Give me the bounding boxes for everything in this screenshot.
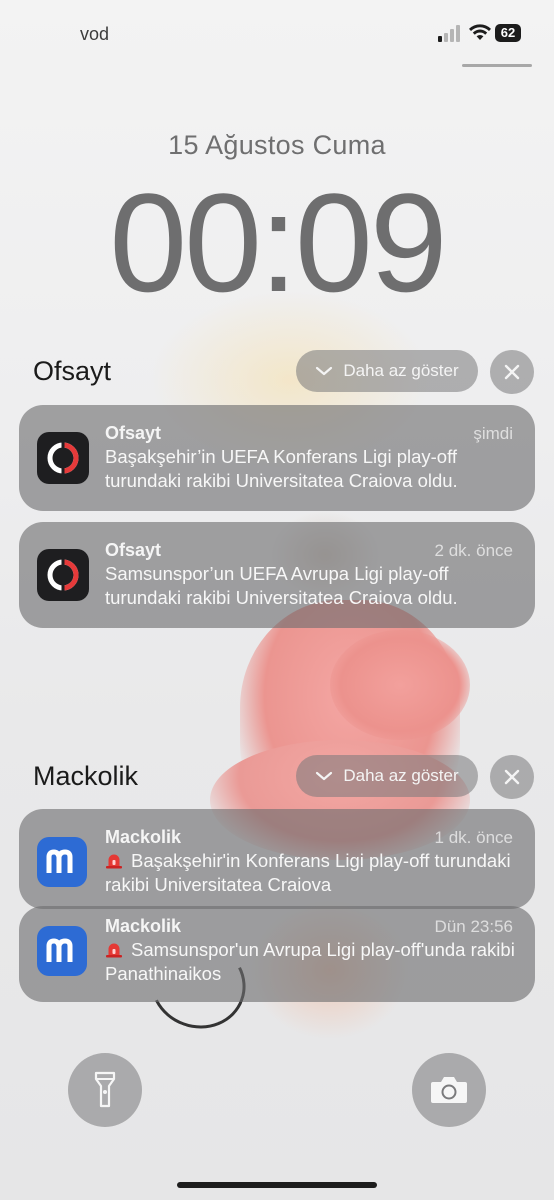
notification-group-header: Ofsayt Daha az göster: [0, 350, 554, 394]
battery-indicator: 62: [495, 24, 521, 42]
status-divider: [462, 64, 532, 67]
show-less-label: Daha az göster: [343, 766, 459, 785]
notification-app-name: Mackolik: [105, 827, 182, 847]
lock-time: 00:09: [109, 164, 447, 321]
wifi-icon: [469, 24, 491, 40]
carrier-label: vod: [80, 24, 110, 44]
notification-app-name: Ofsayt: [105, 540, 162, 560]
notification-time: şimdi: [473, 424, 513, 443]
siren-icon: [106, 943, 122, 958]
siren-icon: [106, 854, 122, 869]
notification-body-wrap: Başakşehir'in Konferans Ligi play-off tu…: [105, 849, 515, 897]
mackolik-app-icon: [37, 926, 87, 976]
notification-time: 2 dk. önce: [434, 541, 513, 560]
home-indicator[interactable]: [177, 1182, 377, 1188]
close-icon: [504, 364, 520, 380]
close-icon: [504, 769, 520, 785]
notification-group-header: Mackolik Daha az göster: [0, 755, 554, 799]
show-less-button[interactable]: Daha az göster: [296, 350, 478, 392]
clear-group-button[interactable]: [490, 350, 534, 394]
mackolik-app-icon: [37, 837, 87, 887]
notification-body-wrap: Samsunspor'un Avrupa Ligi play-off'unda …: [105, 938, 515, 986]
group-title: Ofsayt: [33, 356, 112, 386]
camera-button[interactable]: [412, 1053, 486, 1127]
show-less-label: Daha az göster: [343, 361, 459, 380]
notification-time: Dün 23:56: [434, 917, 513, 936]
camera-icon: [431, 1077, 467, 1103]
notification-card[interactable]: Ofsayt 2 dk. önce Samsunspor’un UEFA Avr…: [19, 522, 535, 628]
flashlight-button[interactable]: [68, 1053, 142, 1127]
ofsayt-app-icon: [37, 549, 89, 601]
lock-date: 15 Ağustos Cuma: [168, 130, 386, 160]
notification-body: Başakşehir'in Konferans Ligi play-off tu…: [105, 850, 511, 895]
notification-card[interactable]: Ofsayt şimdi Başakşehir’in UEFA Konferan…: [19, 405, 535, 511]
notification-app-name: Mackolik: [105, 916, 182, 936]
notification-body: Samsunspor'un Avrupa Ligi play-off'unda …: [105, 939, 515, 984]
show-less-button[interactable]: Daha az göster: [296, 755, 478, 797]
ofsayt-app-icon: [37, 432, 89, 484]
cellular-signal-icon: [438, 24, 464, 42]
notification-card[interactable]: Mackolik 1 dk. önce Başakşehir'in Konfer…: [19, 809, 535, 909]
clear-group-button[interactable]: [490, 755, 534, 799]
status-bar: vod 62: [0, 18, 554, 48]
notification-body: Başakşehir’in UEFA Konferans Ligi play-o…: [105, 446, 458, 491]
flashlight-icon: [94, 1071, 116, 1108]
chevron-down-icon: [316, 771, 333, 781]
notification-body: Samsunspor’un UEFA Avrupa Ligi play-off …: [105, 563, 458, 608]
notification-time: 1 dk. önce: [434, 828, 513, 847]
notification-app-name: Ofsayt: [105, 423, 162, 443]
notification-card[interactable]: Mackolik Dün 23:56 Samsunspor'un Avrupa …: [19, 906, 535, 1002]
group-title: Mackolik: [33, 761, 139, 791]
chevron-down-icon: [316, 366, 333, 376]
